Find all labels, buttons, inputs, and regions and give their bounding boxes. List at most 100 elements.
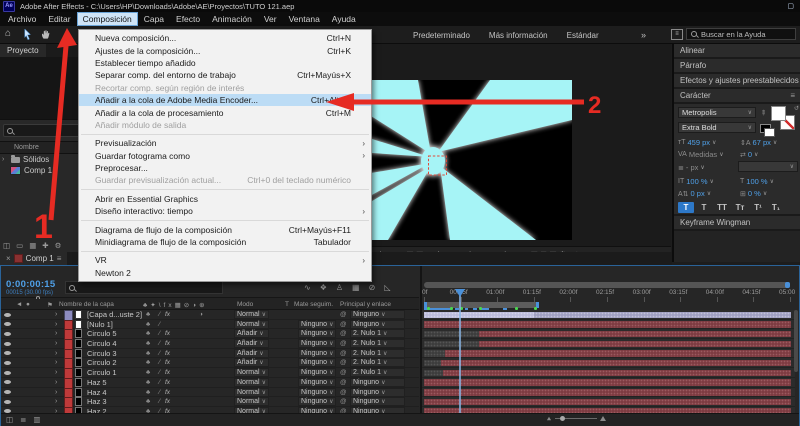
timeline-track-area[interactable]: 0:00f00:15f01:00f01:15f02:00f02:15f03:00… xyxy=(420,266,795,413)
visibility-eye-icon[interactable] xyxy=(4,349,11,358)
parent-select[interactable]: Ninguno ∨ xyxy=(350,377,405,387)
parent-select[interactable]: Ninguno ∨ xyxy=(350,319,405,329)
font-style-select[interactable]: Extra Bold ∨ xyxy=(678,122,756,133)
mode-select[interactable]: Normal ∨ xyxy=(234,310,269,319)
help-search-input[interactable]: Buscar en la Ayuda xyxy=(686,28,796,40)
project-footer-icon[interactable]: ✚ xyxy=(42,241,48,250)
panel-keyframe-wingman[interactable]: Keyframe Wingman xyxy=(674,214,800,231)
layer-name[interactable]: Circulo 4 xyxy=(87,339,117,348)
collapse-icon[interactable]: ∕ xyxy=(159,320,160,329)
fx-icon[interactable]: fx xyxy=(165,368,170,377)
panel-alinear[interactable]: Alinear xyxy=(674,44,800,59)
collapse-icon[interactable]: ∕ xyxy=(159,358,160,367)
mode-select[interactable]: Normal ∨ xyxy=(234,319,269,329)
expand-arrow-icon[interactable]: › xyxy=(55,397,61,406)
t-column[interactable]: T xyxy=(285,301,289,308)
shy-icon[interactable]: ♣ xyxy=(146,349,150,358)
faux-style-subscript[interactable]: T₁ xyxy=(768,202,784,213)
tab-proyecto[interactable]: Proyecto xyxy=(0,44,46,57)
workspace-predeterminado[interactable]: Predeterminado xyxy=(413,31,470,40)
switches-column-icons[interactable]: ♣✦\fx▦⊘◑⊕ xyxy=(143,301,208,309)
visibility-eye-icon[interactable] xyxy=(4,397,11,406)
menu-item-recortar-comp-seg-n-regi-n-de-inter-s[interactable]: Recortar comp. según región de interés xyxy=(79,82,371,94)
parent-select[interactable]: 2. Nulo 1 ∨ xyxy=(350,348,405,358)
project-footer-icon[interactable]: ▭ xyxy=(16,241,23,250)
layer-row-circulo-3[interactable]: › Circulo 3 ♣ ∕ fx Añadir ∨ Ninguno ∨ @2. Nulo 1 ∨ xyxy=(1,348,419,360)
visibility-eye-icon[interactable] xyxy=(4,378,11,387)
menu-composici-n[interactable]: Composición xyxy=(76,12,138,26)
layer-row-circulo-1[interactable]: › Circulo 1 ♣ ∕ fx Normal ∨ Ninguno ∨ @2. Nulo 1 ∨ xyxy=(1,368,419,380)
parent-select[interactable]: Ninguno ∨ xyxy=(350,310,405,319)
panel-efectos[interactable]: Efectos y ajustes preestablecidos xyxy=(674,74,800,89)
track-matte-select[interactable]: Ninguno ∨ xyxy=(298,377,336,387)
fx-icon[interactable]: fx xyxy=(165,329,170,338)
project-footer-icon[interactable]: ⚙ xyxy=(55,241,62,250)
selection-tool-icon[interactable] xyxy=(23,28,32,43)
parent-pickwhip-icon[interactable]: @ xyxy=(340,339,347,348)
fx-icon[interactable]: fx xyxy=(165,310,170,319)
menu-item-diagrama-de-flujo-de-la-composici-n[interactable]: Diagrama de flujo de la composición Ctrl+… xyxy=(79,223,371,235)
expand-arrow-icon[interactable]: › xyxy=(55,368,61,377)
home-icon[interactable]: ⌂ xyxy=(5,28,11,39)
timeline-footer-icon[interactable]: ≣ xyxy=(20,415,26,424)
menu-ventana[interactable]: Ventana xyxy=(283,12,326,26)
workspace-m-s-informaci-n[interactable]: Más información xyxy=(489,31,548,40)
menu-item-separar-comp-del-entorno-de-trabajo[interactable]: Separar comp. del entorno de trabajo Ctrl… xyxy=(79,69,371,81)
track-matte-select[interactable]: Ninguno ∨ xyxy=(298,319,336,329)
layer-duration-bar[interactable] xyxy=(424,389,791,396)
collapse-icon[interactable]: ∕ xyxy=(159,339,160,348)
layer-name[interactable]: Circulo 3 xyxy=(87,349,117,358)
horizontal-scale-control[interactable]: T 100 % ∨ xyxy=(740,177,774,186)
layer-name[interactable]: [Capa d...uste 2] xyxy=(87,310,142,319)
expand-arrow-icon[interactable]: › xyxy=(55,339,61,348)
mode-column[interactable]: Modo xyxy=(237,301,253,308)
font-size-control[interactable]: тT 459 px ∨ xyxy=(678,138,716,147)
menu-item-ajustes-de-la-composici-n[interactable]: Ajustes de la composición... Ctrl+K xyxy=(79,44,371,56)
menu-item-abrir-en-essential-graphics[interactable]: Abrir en Essential Graphics xyxy=(79,193,371,205)
tracking-control[interactable]: ⇄ 0 ∨ xyxy=(740,150,758,159)
mode-select[interactable]: Normal ∨ xyxy=(234,368,269,378)
layer-name[interactable]: Haz 3 xyxy=(87,397,107,406)
layer-name[interactable]: Circulo 1 xyxy=(87,368,117,377)
mode-select[interactable]: Añadir ∨ xyxy=(234,348,269,358)
layer-name[interactable]: Circulo 2 xyxy=(87,358,117,367)
faux-style-superscript[interactable]: T¹ xyxy=(750,202,766,213)
menu-editar[interactable]: Editar xyxy=(42,12,76,26)
eyedropper-icon[interactable]: ✐ xyxy=(758,107,768,117)
collapse-icon[interactable]: ∕ xyxy=(159,329,160,338)
adjustment-layer-icon[interactable]: ◑ xyxy=(199,310,203,319)
parent-pickwhip-icon[interactable]: @ xyxy=(340,378,347,387)
parent-pickwhip-icon[interactable]: @ xyxy=(340,329,347,338)
expand-arrow-icon[interactable]: › xyxy=(55,320,61,329)
track-matte-select[interactable]: Ninguno ∨ xyxy=(298,358,336,368)
layer-duration-bar[interactable] xyxy=(424,398,791,406)
layer-row-capa-d-uste-2[interactable]: › [Capa d...uste 2] ♣ ∕ fx ◑ Normal ∨ @ Ninguno ∨ xyxy=(1,310,419,321)
fx-icon[interactable]: fx xyxy=(165,378,170,387)
menu-item-a-adir-a-la-cola-de-adobe-media-encoder[interactable]: Añadir a la cola de Adobe Media Encoder.… xyxy=(79,93,371,107)
layer-row-nulo-1[interactable]: › [Nulo 1] ♣ ∕ Normal ∨ Ninguno ∨ @ Ninguno ∨ xyxy=(1,319,419,331)
menu-item-establecer-tiempo-a-adido[interactable]: Establecer tiempo añadido xyxy=(79,57,371,69)
layer-label-box[interactable] xyxy=(75,368,82,378)
shy-icon[interactable]: ♣ xyxy=(146,320,150,329)
layer-row-haz-3[interactable]: › Haz 3 ♣ ∕ fx Normal ∨ Ninguno ∨ @ Ninguno ∨ xyxy=(1,397,419,409)
faux-style-all-caps[interactable]: TT xyxy=(714,202,730,213)
expand-arrow-icon[interactable]: › xyxy=(55,329,61,338)
tab-comp-1[interactable]: × Comp 1 ≡ xyxy=(0,252,68,265)
visibility-eye-icon[interactable] xyxy=(4,310,11,319)
panel-parrafo[interactable]: Párrafo xyxy=(674,59,800,74)
panel-menu-icon[interactable]: ≡ xyxy=(790,89,795,102)
layer-duration-bar[interactable] xyxy=(424,321,791,328)
timeline-toolbar-icon[interactable]: ∿ xyxy=(304,283,311,292)
fx-icon[interactable]: fx xyxy=(165,339,170,348)
panel-caracter-header[interactable]: Carácter ≡ xyxy=(674,89,800,104)
layer-row-haz-5[interactable]: › Haz 5 ♣ ∕ fx Normal ∨ Ninguno ∨ @ Ninguno ∨ xyxy=(1,377,419,389)
collapse-icon[interactable]: ∕ xyxy=(159,310,160,319)
workspace-panel-icon[interactable]: ≡ xyxy=(671,29,683,40)
tsume-control[interactable]: ⊞ 0 % ∨ xyxy=(740,189,767,198)
shy-icon[interactable]: ♣ xyxy=(146,339,150,348)
timeline-footer-icon[interactable]: ◫ xyxy=(6,415,13,424)
fx-icon[interactable]: fx xyxy=(165,388,170,397)
menu-item-guardar-previsualizaci-n-actual[interactable]: Guardar previsualización actual... Ctrl+0… xyxy=(79,174,371,186)
menu-capa[interactable]: Capa xyxy=(138,12,170,26)
current-time-display[interactable]: 0:00:00:15 xyxy=(6,279,55,290)
